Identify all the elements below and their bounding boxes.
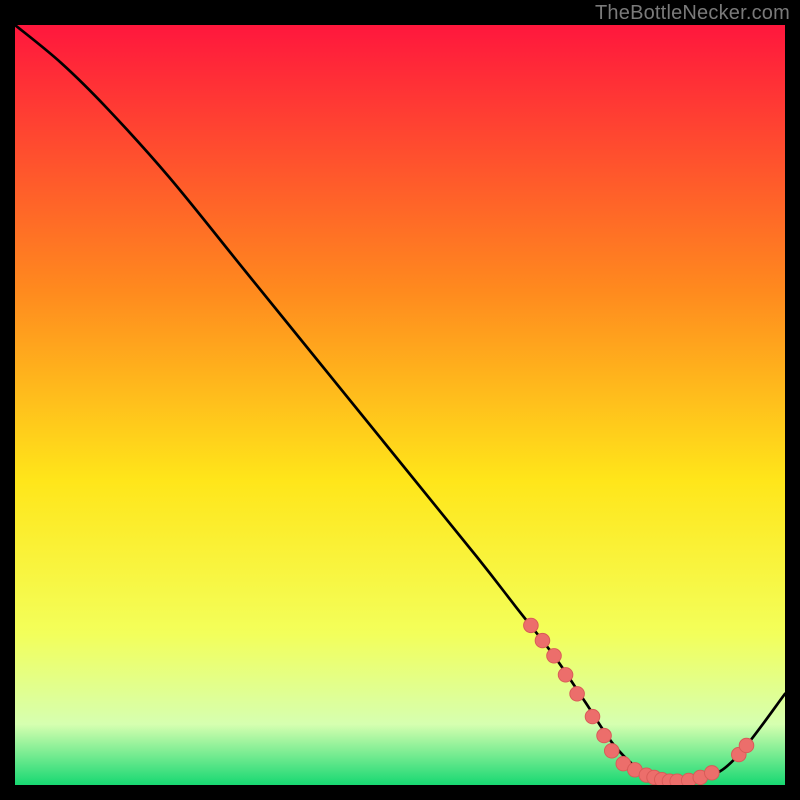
curve-layer — [15, 25, 785, 785]
data-marker — [535, 633, 550, 647]
watermark-text: TheBottleNecker.com — [595, 2, 790, 25]
plot-area — [15, 25, 785, 785]
data-marker — [705, 766, 720, 780]
data-marker — [570, 687, 585, 701]
data-marker — [524, 618, 539, 632]
marker-group — [524, 618, 754, 785]
data-marker — [739, 738, 754, 752]
data-marker — [604, 744, 619, 758]
chart-frame: TheBottleNecker.com — [0, 0, 800, 800]
data-marker — [597, 728, 612, 742]
data-marker — [547, 649, 562, 663]
data-marker — [585, 709, 600, 723]
bottleneck-curve — [15, 25, 785, 782]
data-marker — [558, 668, 573, 682]
